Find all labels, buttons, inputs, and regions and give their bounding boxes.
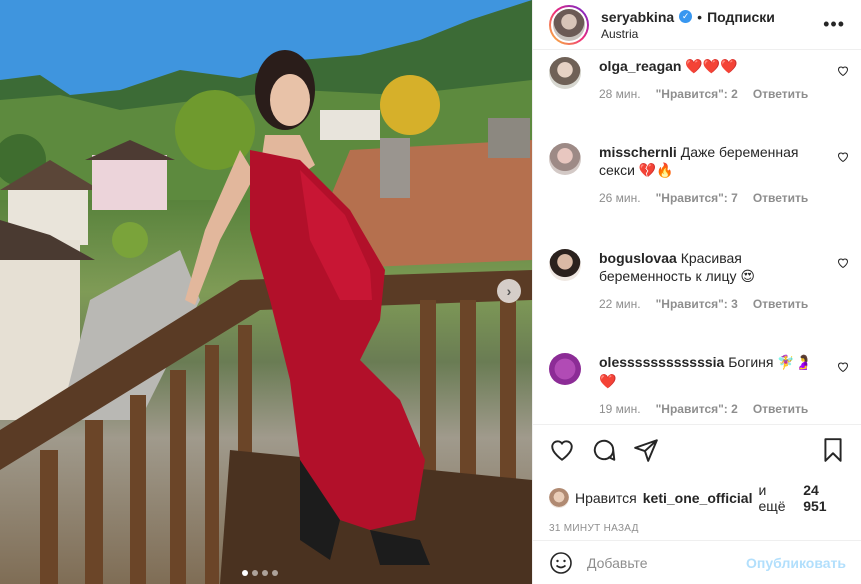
add-comment-bar: Добавьте Опубликовать: [533, 540, 861, 584]
comment-like-heart-icon[interactable]: [837, 257, 849, 269]
comment-like-heart-icon[interactable]: [837, 361, 849, 373]
reply-button[interactable]: Ответить: [753, 297, 808, 311]
commenter-avatar[interactable]: [549, 143, 581, 175]
commenter-username[interactable]: boguslovaa: [599, 250, 677, 266]
reply-button[interactable]: Ответить: [753, 402, 808, 416]
comment-time[interactable]: 26 мин.: [599, 191, 641, 205]
author-username[interactable]: seryabkina: [601, 9, 674, 25]
post-location[interactable]: Austria: [601, 27, 775, 41]
comment-meta: 26 мин. "Нравится": 7 Ответить: [599, 191, 849, 205]
comment-item: misschernli Даже беременная секси 💔🔥 26 …: [549, 143, 849, 205]
header-separator: •: [697, 8, 703, 25]
comment-likes[interactable]: "Нравится": 3: [656, 297, 738, 311]
comment-emoji: ❤️❤️❤️: [685, 59, 738, 75]
carousel-dot: [242, 570, 248, 576]
following-button[interactable]: Подписки: [707, 9, 775, 25]
comment-like-heart-icon[interactable]: [837, 151, 849, 163]
author-avatar[interactable]: [549, 4, 589, 45]
commenter-avatar[interactable]: [549, 57, 581, 89]
comment-input[interactable]: Добавьте: [587, 555, 746, 571]
comment-like-heart-icon[interactable]: [837, 65, 849, 77]
commenter-username[interactable]: olessssssssssssia: [599, 354, 724, 370]
likes-prefix: Нравится: [574, 490, 637, 506]
comment-likes[interactable]: "Нравится": 2: [656, 402, 738, 416]
verified-badge-icon: ✓: [679, 10, 693, 23]
publish-button[interactable]: Опубликовать: [746, 555, 846, 571]
comment-text: Богиня: [728, 354, 774, 370]
post-timestamp[interactable]: 31 МИНУТ НАЗАД: [549, 523, 846, 534]
comments-list: olga_reagan ❤️❤️❤️ 28 мин. "Нравится": 2…: [533, 51, 861, 424]
comment-emoji: 😍: [740, 269, 755, 285]
comment-likes[interactable]: "Нравится": 7: [656, 191, 738, 205]
reply-button[interactable]: Ответить: [753, 87, 808, 101]
photo-illustration: [0, 0, 532, 584]
post-header: seryabkina ✓ • Подписки Austria •••: [533, 0, 861, 50]
bookmark-icon[interactable]: [820, 437, 846, 463]
commenter-username[interactable]: misschernli: [599, 144, 677, 160]
comment-meta: 19 мин. "Нравится": 2 Ответить: [599, 402, 849, 416]
post-photo[interactable]: ›: [0, 0, 532, 584]
liker-avatar[interactable]: [549, 488, 569, 508]
post-actions: Нравится keti_one_official и ещё 24 951 …: [533, 424, 861, 534]
carousel-dot: [262, 570, 268, 576]
comment-item: olessssssssssssia Богиня 🧚‍♀️🤰❤️ 19 мин.…: [549, 353, 849, 416]
carousel-dot: [272, 570, 278, 576]
carousel-dots: [242, 570, 278, 576]
commenter-username[interactable]: olga_reagan: [599, 58, 681, 74]
comment-time[interactable]: 22 мин.: [599, 297, 641, 311]
post-modal: › seryabkina ✓ • Подписки Austria ••• ol…: [0, 0, 861, 584]
commenter-avatar[interactable]: [549, 249, 581, 281]
reply-button[interactable]: Ответить: [753, 191, 808, 205]
commenter-avatar[interactable]: [549, 353, 581, 385]
comment-time[interactable]: 28 мин.: [599, 87, 641, 101]
comment-item: olga_reagan ❤️❤️❤️ 28 мин. "Нравится": 2…: [549, 57, 849, 101]
next-photo-button[interactable]: ›: [497, 279, 521, 303]
liker-username[interactable]: keti_one_official: [643, 490, 753, 506]
likes-middle: и ещё: [758, 482, 786, 514]
comment-meta: 22 мин. "Нравится": 3 Ответить: [599, 297, 849, 311]
comment-icon[interactable]: [591, 437, 617, 463]
comment-item: boguslovaa Красивая беременность к лицу …: [549, 249, 849, 311]
carousel-dot: [252, 570, 258, 576]
comment-meta: 28 мин. "Нравится": 2 Ответить: [599, 87, 849, 101]
likes-count[interactable]: 24 951: [803, 482, 846, 514]
heart-icon[interactable]: [549, 437, 575, 463]
post-sidebar: seryabkina ✓ • Подписки Austria ••• olga…: [532, 0, 861, 584]
comment-emoji: 💔🔥: [638, 163, 674, 179]
smiley-icon[interactable]: [549, 551, 573, 575]
comment-likes[interactable]: "Нравится": 2: [656, 87, 738, 101]
likes-summary: Нравится keti_one_official и ещё 24 951: [549, 482, 846, 514]
paper-plane-icon[interactable]: [633, 437, 659, 463]
more-options-icon[interactable]: •••: [823, 14, 845, 35]
comment-time[interactable]: 19 мин.: [599, 402, 641, 416]
